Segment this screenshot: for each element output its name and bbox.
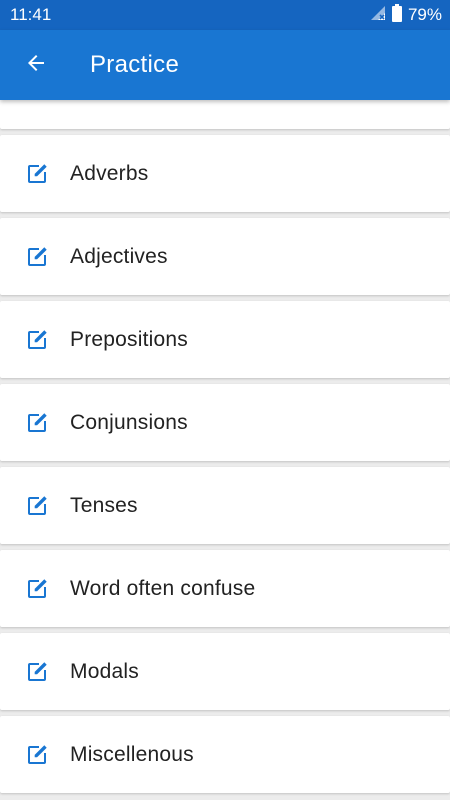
list-item[interactable]: Miscellenous [0,716,450,793]
edit-icon [0,660,70,684]
status-bar: 11:41 79% [0,0,450,30]
status-icons: 79% [370,3,442,27]
signal-icon [370,5,386,26]
edit-icon [0,577,70,601]
list-item-label: Word often confuse [70,576,256,600]
list-item[interactable]: Adjectives [0,218,450,295]
list-item[interactable]: Tenses [0,467,450,544]
list-item-label: Verbs [70,100,125,103]
back-button[interactable] [0,30,72,100]
edit-icon [0,162,70,186]
practice-list-items: Verbs Adverbs Adjectives Prepositions Conjun… [0,100,450,799]
practice-list[interactable]: Verbs Adverbs Adjectives Prepositions Conjun… [0,100,450,800]
battery-icon [391,3,402,27]
list-item-label: Adverbs [70,161,149,185]
arrow-back-icon [24,51,48,80]
list-item[interactable]: Conjunsions [0,384,450,461]
edit-icon [0,245,70,269]
edit-icon [0,494,70,518]
list-item-label: Adjectives [70,244,168,268]
status-time: 11:41 [10,5,52,24]
battery-percent: 79% [407,5,442,24]
list-item[interactable]: Modals [0,633,450,710]
page-title: Practice [90,51,180,78]
list-item-label: Conjunsions [70,410,188,434]
edit-icon [0,743,70,767]
edit-icon [0,100,70,103]
list-item[interactable]: Prepositions [0,301,450,378]
edit-icon [0,328,70,352]
list-item-label: Tenses [70,493,138,517]
list-item[interactable]: Verbs [0,100,450,129]
app-bar: Practice [0,30,450,100]
edit-icon [0,411,70,435]
list-item[interactable]: Word often confuse [0,550,450,627]
list-item-label: Modals [70,659,139,683]
list-item[interactable]: Adverbs [0,135,450,212]
list-item-label: Miscellenous [70,742,194,766]
list-item-label: Prepositions [70,327,188,351]
